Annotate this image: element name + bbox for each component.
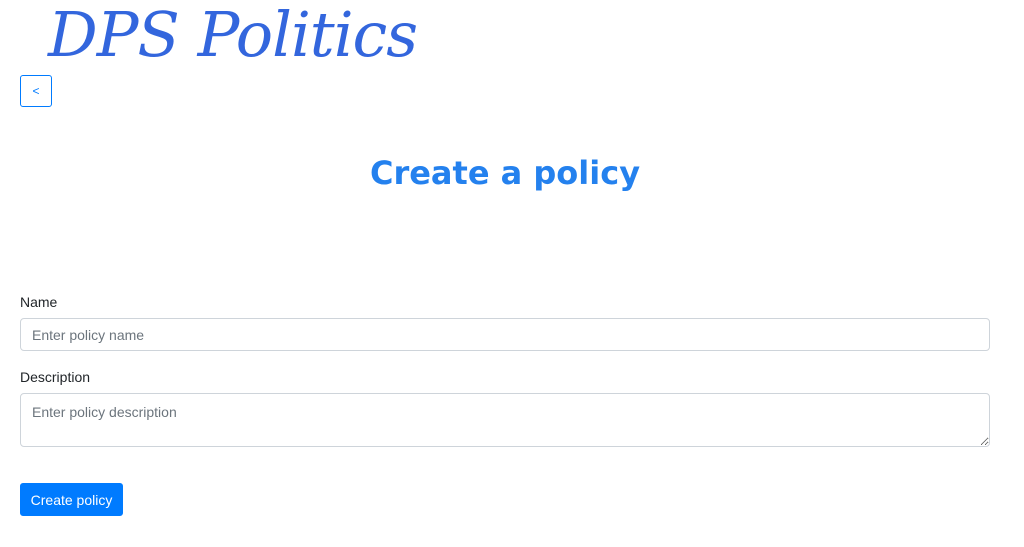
policy-description-textarea[interactable]	[20, 393, 990, 447]
site-logo[interactable]: DPS Politics	[48, 0, 418, 70]
description-label: Description	[20, 369, 91, 385]
policy-name-input[interactable]	[20, 318, 990, 351]
page-title: Create a policy	[369, 154, 641, 192]
name-label: Name	[20, 294, 58, 310]
back-button[interactable]: <	[20, 75, 52, 107]
page: DPS Politics < Create a policy Name Desc…	[0, 0, 1024, 547]
create-policy-button[interactable]: Create policy	[20, 483, 123, 516]
